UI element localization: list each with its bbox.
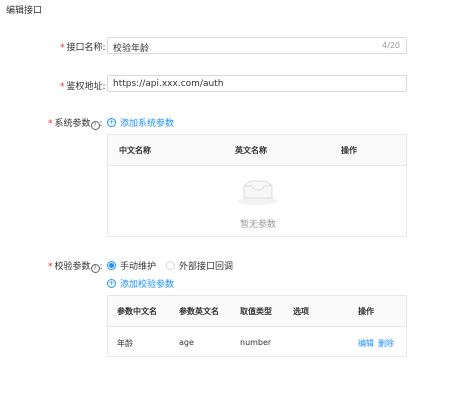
interface-name-value: 校验年龄 [113,44,150,54]
verify-params-table: 参数中文名 参数英文名 取值类型 选项 操作 年龄 age number 编辑 … [107,295,407,357]
plus-circle-icon: + [107,118,116,127]
cell-en-name: age [179,338,194,347]
system-params-table: 中文名称 英文名称 操作 暂无参数 [107,134,407,237]
question-circle-icon[interactable]: ? [90,121,100,130]
verify-params-label: * 校验参数?: [48,262,103,273]
radio-manual[interactable]: 手动维护 [107,259,156,272]
column-header: 英文名称 [235,146,267,155]
required-mark: * [60,43,65,53]
add-verify-param-link[interactable]: + 添加校验参数 [107,277,174,290]
edit-link[interactable]: 编辑 [358,338,374,349]
radio-unchecked-icon [166,261,176,270]
table-header: 参数中文名 参数英文名 取值类型 选项 操作 [108,296,406,327]
column-header: 参数中文名 [117,307,157,316]
param-source-radio-group: 手动维护 外部接口回调 [107,259,233,272]
column-header: 选项 [293,307,309,316]
interface-name-input[interactable]: 校验年龄 4/20 [107,37,407,54]
plus-circle-icon: + [107,279,116,288]
auth-url-value: https://api.xxx.com/auth [113,79,224,89]
empty-box-icon [238,180,278,205]
question-circle-icon[interactable]: ? [90,264,100,273]
system-params-label: * 系统参数?: [48,119,103,130]
table-header: 中文名称 英文名称 操作 [108,135,406,166]
delete-link[interactable]: 删除 [378,338,394,349]
cell-cn-name: 年龄 [117,339,133,348]
required-mark: * [48,262,53,272]
column-header: 操作 [358,307,374,316]
char-counter: 4/20 [382,41,400,50]
auth-url-label: * 鉴权地址: [60,82,106,92]
column-header: 取值类型 [240,307,272,316]
column-header: 中文名称 [119,146,151,155]
column-header: 操作 [341,146,357,155]
required-mark: * [60,82,65,92]
column-header: 参数英文名 [179,307,219,316]
page-title: 编辑接口 [6,6,43,16]
interface-name-label: * 接口名称: [60,43,106,53]
empty-text: 暂无参数 [240,220,277,230]
cell-value-type: number [240,338,272,347]
required-mark: * [48,119,53,129]
table-row: 年龄 age number 编辑 删除 [108,327,406,357]
add-system-param-link[interactable]: + 添加系统参数 [107,116,174,129]
auth-url-input[interactable]: https://api.xxx.com/auth [107,75,407,92]
radio-checked-icon [107,261,116,270]
radio-external-callback[interactable]: 外部接口回调 [166,259,233,272]
